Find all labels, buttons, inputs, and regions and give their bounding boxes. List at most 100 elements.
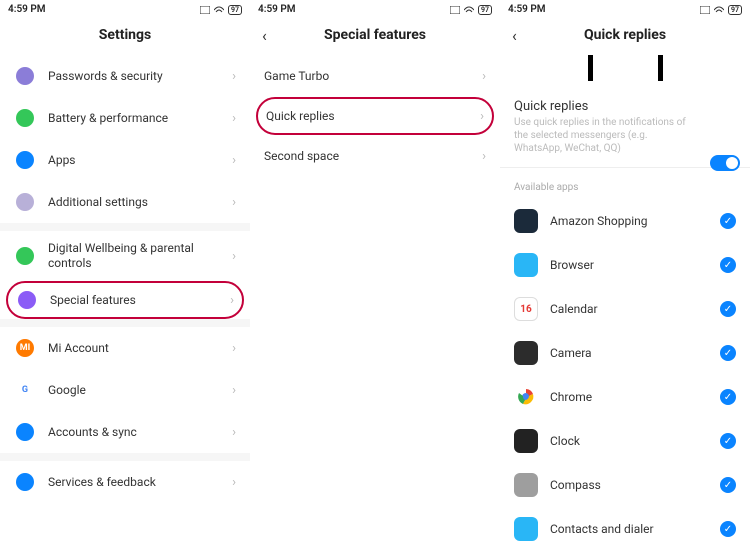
app-label: Amazon Shopping: [550, 214, 720, 228]
item-label: Passwords & security: [48, 69, 232, 84]
quick-replies-header: ‹ Quick replies: [500, 19, 750, 55]
app-row[interactable]: Camera✓: [500, 331, 750, 375]
status-bar: 4:59 PM 97: [250, 0, 500, 19]
available-apps-list: Amazon Shopping✓Browser✓16Calendar✓Camer…: [500, 199, 750, 550]
sim-icon: [200, 6, 210, 14]
app-icon: [514, 385, 538, 409]
apps-icon: [16, 151, 34, 169]
list-item[interactable]: Accounts & sync›: [0, 411, 250, 453]
check-icon[interactable]: ✓: [720, 433, 736, 449]
check-icon[interactable]: ✓: [720, 477, 736, 493]
app-icon: [514, 341, 538, 365]
page-title: Special features: [324, 27, 426, 43]
status-indicators: 97: [450, 5, 492, 15]
app-row[interactable]: Clock✓: [500, 419, 750, 463]
page-title: Quick replies: [584, 27, 666, 43]
check-icon[interactable]: ✓: [720, 389, 736, 405]
check-icon[interactable]: ✓: [720, 301, 736, 317]
check-icon[interactable]: ✓: [720, 521, 736, 537]
app-row[interactable]: Chrome✓: [500, 375, 750, 419]
chevron-right-icon: ›: [232, 341, 236, 356]
app-icon: [514, 429, 538, 453]
list-item[interactable]: Additional settings›: [0, 181, 250, 223]
chevron-right-icon: ›: [232, 111, 236, 126]
app-row[interactable]: 16 Calendar✓: [500, 287, 750, 331]
app-icon: [514, 253, 538, 277]
status-bar: 4:59 PM 97: [0, 0, 250, 19]
check-icon[interactable]: ✓: [720, 345, 736, 361]
item-label: Accounts & sync: [48, 425, 232, 440]
status-time: 4:59 PM: [8, 4, 46, 15]
app-icon: [514, 517, 538, 541]
check-icon[interactable]: ✓: [720, 257, 736, 273]
list-item[interactable]: GGoogle›: [0, 369, 250, 411]
chevron-right-icon: ›: [232, 195, 236, 210]
quick-replies-toggle[interactable]: [710, 155, 740, 171]
app-label: Calendar: [550, 302, 720, 316]
settings-panel: 4:59 PM 97 Settings Passwords & security…: [0, 0, 250, 550]
chevron-right-icon: ›: [480, 109, 484, 124]
special-features-list: Game Turbo›Quick replies›Second space›: [250, 55, 500, 550]
list-item[interactable]: MI Mi Account›: [0, 327, 250, 369]
battery-icon: 97: [228, 5, 242, 15]
list-item[interactable]: Special features›: [6, 281, 244, 319]
item-label: Special features: [50, 293, 230, 308]
item-label: Mi Account: [48, 341, 232, 356]
item-label: Game Turbo: [264, 69, 482, 84]
mi-icon: MI: [16, 339, 34, 357]
settings-list: Passwords & security›Battery & performan…: [0, 55, 250, 550]
chevron-right-icon: ›: [232, 153, 236, 168]
battery-icon: [16, 109, 34, 127]
quick-replies-toggle-row[interactable]: Quick replies Use quick replies in the n…: [500, 87, 750, 168]
chevron-right-icon: ›: [232, 383, 236, 398]
app-label: Contacts and dialer: [550, 522, 720, 536]
item-label: Apps: [48, 153, 232, 168]
item-label: Second space: [264, 149, 482, 164]
services-icon: [16, 473, 34, 491]
list-item[interactable]: Services & feedback›: [0, 461, 250, 503]
toggle-subtitle: Use quick replies in the notifications o…: [514, 116, 736, 155]
app-icon: [514, 473, 538, 497]
status-time: 4:59 PM: [258, 4, 296, 15]
item-label: Google: [48, 383, 232, 398]
list-item[interactable]: Game Turbo›: [250, 55, 500, 97]
check-icon[interactable]: ✓: [720, 213, 736, 229]
list-item[interactable]: Quick replies›: [256, 97, 494, 135]
wellbeing-icon: [16, 247, 34, 265]
available-apps-label: Available apps: [500, 172, 750, 199]
status-indicators: 97: [200, 5, 242, 15]
list-item[interactable]: Passwords & security›: [0, 55, 250, 97]
battery-icon: 97: [728, 5, 742, 15]
list-item[interactable]: Battery & performance›: [0, 97, 250, 139]
app-label: Browser: [550, 258, 720, 272]
app-icon: 16: [514, 297, 538, 321]
quick-replies-panel: 4:59 PM 97 ‹ Quick replies Quick replies…: [500, 0, 750, 550]
section-divider: [0, 319, 250, 327]
sim-icon: [700, 6, 710, 14]
list-item[interactable]: Apps›: [0, 139, 250, 181]
app-label: Chrome: [550, 390, 720, 404]
wifi-icon: [714, 6, 724, 14]
back-button[interactable]: ‹: [262, 26, 267, 45]
status-indicators: 97: [700, 5, 742, 15]
app-row[interactable]: Amazon Shopping✓: [500, 199, 750, 243]
list-item[interactable]: Digital Wellbeing & parental controls›: [0, 231, 250, 281]
chevron-right-icon: ›: [232, 475, 236, 490]
toggle-title: Quick replies: [514, 99, 736, 114]
special-features-icon: [18, 291, 36, 309]
back-button[interactable]: ‹: [512, 26, 517, 45]
sim-icon: [450, 6, 460, 14]
app-row[interactable]: Compass✓: [500, 463, 750, 507]
item-label: Digital Wellbeing & parental controls: [48, 241, 232, 271]
app-label: Clock: [550, 434, 720, 448]
app-label: Camera: [550, 346, 720, 360]
battery-icon: 97: [478, 5, 492, 15]
page-title: Settings: [99, 27, 151, 43]
settings-header: Settings: [0, 19, 250, 55]
app-row[interactable]: Browser✓: [500, 243, 750, 287]
app-row[interactable]: Contacts and dialer✓: [500, 507, 750, 550]
list-item[interactable]: Second space›: [250, 135, 500, 177]
chevron-right-icon: ›: [482, 149, 486, 164]
section-divider: [0, 453, 250, 461]
status-time: 4:59 PM: [508, 4, 546, 15]
